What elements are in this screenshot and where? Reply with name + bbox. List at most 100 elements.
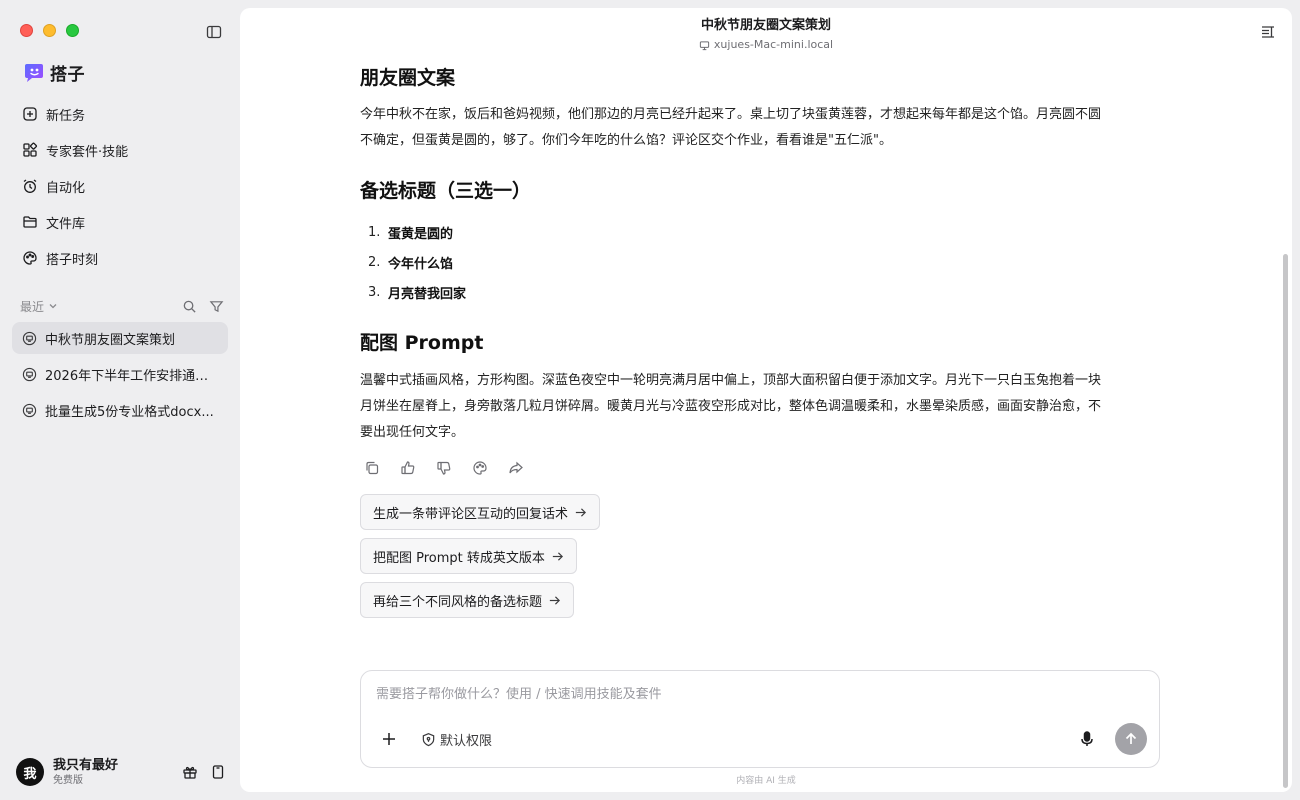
sidebar-toggle-icon[interactable]	[206, 24, 222, 40]
monitor-icon	[22, 403, 37, 417]
title-options-list: 1. 蛋黄是圆的 2. 今年什么馅 3. 月亮替我回家	[368, 217, 466, 307]
sidebar: 搭子 新任务 专家套件·技能 自动化 文件库 搭子时刻 最近 中秋节朋友圈文案策…	[0, 0, 240, 800]
thumbs-up-icon[interactable]	[400, 460, 416, 476]
nav-file-library[interactable]: 文件库	[12, 204, 228, 240]
monitor-icon	[22, 331, 37, 345]
history-list: 中秋节朋友圈文案策划 2026年下半年工作安排通知... 批量生成5份专业格式d…	[12, 322, 228, 430]
list-number: 3.	[368, 284, 381, 300]
history-item[interactable]: 批量生成5份专业格式docx...	[12, 394, 228, 426]
app-logo: 搭子	[22, 60, 85, 85]
arrow-right-icon	[549, 595, 561, 605]
nav-new-task[interactable]: 新任务	[12, 96, 228, 132]
list-text: 月亮替我回家	[388, 286, 467, 302]
window-controls	[20, 24, 79, 37]
history-item[interactable]: 2026年下半年工作安排通知...	[12, 358, 228, 390]
tablet-icon[interactable]	[210, 764, 226, 780]
list-item: 3. 月亮替我回家	[368, 277, 466, 307]
suggestion-label: 生成一条带评论区互动的回复话术	[373, 506, 569, 522]
minimize-window-button[interactable]	[43, 24, 56, 37]
zoom-window-button[interactable]	[66, 24, 79, 37]
history-title: 中秋节朋友圈文案策划	[45, 332, 176, 348]
recent-label: 最近	[20, 299, 45, 314]
permission-label: 默认权限	[440, 733, 493, 749]
monitor-icon	[22, 367, 37, 381]
prompt-line: 月饼坐在屋脊上，身旁散落几粒月饼碎屑。暖黄月光与冷蓝夜空形成对比，整体色调温暖柔…	[360, 399, 1102, 414]
nav-label: 搭子时刻	[46, 252, 99, 268]
alarm-clock-icon	[23, 179, 37, 193]
filter-icon[interactable]	[209, 299, 224, 314]
avatar: 我	[16, 758, 44, 786]
close-window-button[interactable]	[20, 24, 33, 37]
right-panel-toggle-icon[interactable]	[1260, 24, 1276, 40]
prompt-line: 温馨中式插画风格，方形构图。深蓝色夜空中一轮明亮满月居中偏上，顶部大面积留白便于…	[360, 373, 1102, 388]
list-number: 1.	[368, 224, 381, 240]
history-title: 2026年下半年工作安排通知...	[45, 368, 218, 384]
main-panel: 中秋节朋友圈文案策划 xujues-Mac-mini.local 朋友圈文案 今…	[240, 8, 1292, 792]
nav-label: 自动化	[46, 180, 86, 196]
arrow-up-icon	[1125, 732, 1137, 744]
ai-disclaimer: 内容由 AI 生成	[736, 776, 796, 786]
suggestion-label: 把配图 Prompt 转成英文版本	[373, 550, 545, 566]
search-icon[interactable]	[182, 299, 197, 314]
chevron-down-icon	[49, 304, 57, 309]
suggestion-label: 再给三个不同风格的备选标题	[373, 594, 543, 610]
thumbs-down-icon[interactable]	[436, 460, 452, 476]
new-task-icon	[23, 107, 37, 121]
folder-icon	[23, 216, 37, 228]
gift-icon[interactable]	[182, 764, 198, 780]
scrollbar[interactable]	[1283, 254, 1288, 788]
list-item: 2. 今年什么馅	[368, 247, 466, 277]
permission-selector[interactable]: 默认权限	[421, 729, 492, 749]
monitor-icon	[699, 40, 710, 50]
share-icon[interactable]	[508, 460, 524, 476]
nav-label: 专家套件·技能	[46, 144, 129, 160]
nav-label: 文件库	[46, 216, 86, 232]
section-heading: 配图 Prompt	[360, 332, 484, 354]
add-attachment-icon[interactable]	[379, 729, 399, 749]
microphone-icon[interactable]	[1077, 729, 1097, 749]
conversation-title: 中秋节朋友圈文案策划	[700, 18, 831, 33]
history-title: 批量生成5份专业格式docx...	[45, 404, 214, 420]
list-item: 1. 蛋黄是圆的	[368, 217, 466, 247]
section-heading: 朋友圈文案	[360, 67, 456, 89]
user-profile[interactable]: 我 我只有最好 免费版	[16, 755, 226, 789]
list-number: 2.	[368, 254, 381, 270]
composer: 默认权限	[360, 670, 1160, 768]
nav-expert-suite[interactable]: 专家套件·技能	[12, 132, 228, 168]
caption-line: 不确定，但蛋黄是圆的，够了。你们今年吃的什么馅？评论区交个作业，看看谁是"五仁派…	[360, 133, 892, 148]
nav-label: 新任务	[46, 108, 86, 124]
nav-automation[interactable]: 自动化	[12, 168, 228, 204]
send-button[interactable]	[1115, 723, 1147, 755]
sidebar-nav: 新任务 专家套件·技能 自动化 文件库 搭子时刻	[12, 96, 228, 276]
palette-icon	[23, 251, 37, 265]
copy-icon[interactable]	[364, 460, 380, 476]
recent-header: 最近	[20, 296, 224, 316]
device-label: xujues-Mac-mini.local	[240, 37, 1292, 53]
user-plan: 免费版	[53, 774, 83, 786]
section-heading: 备选标题（三选一）	[360, 180, 532, 202]
list-text: 蛋黄是圆的	[388, 226, 454, 242]
list-text: 今年什么馅	[388, 256, 454, 272]
widgets-icon	[23, 142, 37, 157]
prompt-input[interactable]	[376, 687, 1136, 702]
suggestion-button[interactable]: 再给三个不同风格的备选标题	[360, 582, 575, 618]
user-name: 我只有最好	[53, 757, 119, 773]
palette-icon[interactable]	[472, 460, 488, 476]
caption-line: 今年中秋不在家，饭后和爸妈视频，他们那边的月亮已经升起来了。桌上切了块蛋黄莲蓉，…	[360, 107, 1102, 122]
titlebar: 中秋节朋友圈文案策划 xujues-Mac-mini.local	[240, 18, 1292, 53]
prompt-line: 要出现任何文字。	[360, 425, 465, 440]
device-name: xujues-Mac-mini.local	[713, 38, 834, 51]
arrow-right-icon	[575, 507, 587, 517]
suggestion-button[interactable]: 把配图 Prompt 转成英文版本	[360, 538, 577, 574]
history-item[interactable]: 中秋节朋友圈文案策划	[12, 322, 228, 354]
suggestion-button[interactable]: 生成一条带评论区互动的回复话术	[360, 494, 601, 530]
prompt-paragraph: 温馨中式插画风格，方形构图。深蓝色夜空中一轮明亮满月居中偏上，顶部大面积留白便于…	[360, 368, 1101, 446]
arrow-right-icon	[552, 551, 563, 561]
message-actions	[364, 460, 524, 476]
caption-paragraph: 今年中秋不在家，饭后和爸妈视频，他们那边的月亮已经升起来了。桌上切了块蛋黄莲蓉，…	[360, 102, 1101, 154]
shield-icon	[422, 732, 435, 746]
recent-dropdown[interactable]: 最近	[20, 298, 58, 315]
nav-dazi-moments[interactable]: 搭子时刻	[12, 240, 228, 276]
dazi-logo-icon	[25, 63, 43, 82]
app-name: 搭子	[50, 65, 85, 85]
